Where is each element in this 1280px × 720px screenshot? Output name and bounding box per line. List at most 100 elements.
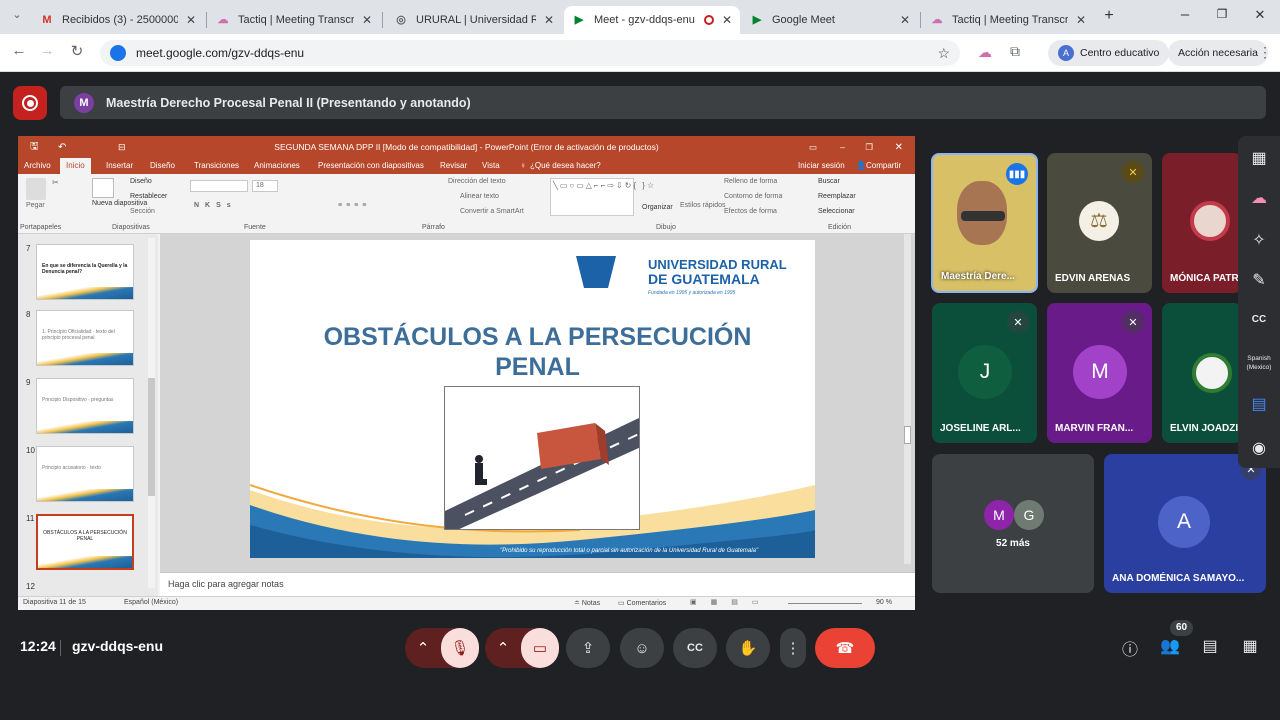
- participant-tile-ana[interactable]: A ✕ ANA DOMÉNICA SAMAYO...: [1104, 454, 1266, 593]
- zoom-level: 90 %: [876, 599, 892, 606]
- docs-icon[interactable]: ▤: [1238, 394, 1280, 414]
- meeting-info-icon[interactable]: ⓘ: [1118, 636, 1142, 660]
- video-options-chevron-icon[interactable]: ⌃: [485, 639, 521, 657]
- tell-me-field: ¿Qué desea hacer?: [530, 161, 601, 170]
- captions-button[interactable]: CC: [673, 628, 717, 668]
- emoji-reaction-button[interactable]: ☺: [620, 628, 664, 668]
- camera-control: ⌃ ▭: [485, 628, 559, 668]
- participant-tile-elvin[interactable]: ELVIN JOADZI...: [1162, 303, 1242, 443]
- people-count-badge: 60: [1170, 620, 1194, 636]
- audio-options-chevron-icon[interactable]: ⌃: [405, 639, 441, 657]
- leave-call-button[interactable]: ☎: [815, 628, 875, 668]
- ribbon-tab-home: Inicio: [60, 158, 91, 174]
- thumbnail-slide: Principio Dispositivo · preguntas: [36, 378, 134, 434]
- mic-off-button[interactable]: 🎙: [441, 628, 479, 668]
- close-tab-icon[interactable]: ✕: [362, 13, 372, 27]
- ppt-close-icon: ✕: [894, 141, 903, 153]
- tactiq-icon: ☁: [217, 14, 229, 26]
- others-tile[interactable]: M G 52 más: [932, 454, 1094, 593]
- participant-tile-edvin[interactable]: ⚖ ✕ EDVIN ARENAS: [1047, 153, 1152, 293]
- minimize-button[interactable]: –: [1174, 6, 1196, 23]
- people-icon[interactable]: 👥: [1158, 636, 1182, 656]
- shared-screen: 🖫 ↶ ⊟ SEGUNDA SEMANA DPP II [Modo de com…: [18, 136, 915, 610]
- participant-avatar: M: [1073, 345, 1127, 399]
- close-tab-icon[interactable]: ✕: [186, 13, 196, 27]
- maximize-button[interactable]: ❐: [1211, 7, 1233, 21]
- extensions-icon[interactable]: ⧉: [1010, 43, 1020, 60]
- hand-icon: ✋: [738, 640, 758, 657]
- text-direction-button: Dirección del texto: [448, 178, 506, 185]
- close-tab-icon[interactable]: ✕: [722, 13, 732, 27]
- captions-icon[interactable]: CC: [1238, 314, 1280, 325]
- quick-styles-button: Estilos rápidos: [680, 202, 726, 209]
- group-paragraph: Párrafo: [422, 224, 445, 231]
- caption-language[interactable]: Spanish (Mexico): [1238, 354, 1280, 372]
- tactiq-extension-icon[interactable]: ☁: [978, 44, 992, 61]
- profile-button[interactable]: A Centro educativo: [1048, 40, 1170, 66]
- tab-meet-active[interactable]: ▶ Meet - gzv-ddqs-enu ✕: [564, 6, 740, 34]
- url-field[interactable]: meet.google.com/gzv-ddqs-enu ☆: [100, 40, 960, 66]
- tab-search-icon[interactable]: ⌄: [6, 8, 28, 21]
- meet-icon: ▶: [574, 14, 584, 26]
- mic-off-icon: ✕: [1007, 311, 1029, 333]
- raise-hand-button[interactable]: ✋: [726, 628, 770, 668]
- forward-icon[interactable]: →: [36, 42, 58, 59]
- action-required-button[interactable]: Acción necesaria: [1168, 40, 1268, 66]
- activities-icon[interactable]: ▦: [1238, 636, 1262, 656]
- new-slide-label: Nueva diapositiva: [92, 200, 148, 207]
- meet-icon: ▶: [752, 14, 762, 26]
- reload-icon[interactable]: ↻: [66, 42, 88, 60]
- apps-grid-icon[interactable]: ▦: [1238, 148, 1280, 168]
- chat-icon[interactable]: ▤: [1198, 636, 1222, 656]
- notes-icon: ≐: [574, 600, 582, 607]
- close-tab-icon[interactable]: ✕: [1076, 13, 1086, 27]
- canvas-scrollbar: [904, 234, 911, 564]
- tab-gmail[interactable]: M Recibidos (3) - 2500000626✕: [32, 6, 204, 34]
- bookmark-star-icon[interactable]: ☆: [937, 45, 950, 62]
- microphone-control: ⌃ 🎙: [405, 628, 479, 668]
- close-window-button[interactable]: ✕: [1249, 7, 1271, 23]
- thumbnail-slide: En que se diferencia la Querella y la De…: [36, 244, 134, 300]
- emoji-icon: ☺: [634, 639, 650, 657]
- mic-permission-icon[interactable]: [110, 45, 126, 61]
- ribbon-tab-slideshow: Presentación con diapositivas: [318, 161, 424, 170]
- present-screen-button[interactable]: ⇪: [566, 628, 610, 668]
- mic-off-icon: ✕: [1122, 161, 1144, 183]
- extension-side-panel: ▦ ☁ ✧ ✎ CC Spanish (Mexico) ▤ ◉: [1238, 136, 1280, 468]
- browser-menu-icon[interactable]: ⋮: [1258, 44, 1272, 61]
- camera-off-button[interactable]: ▭: [521, 628, 559, 668]
- participant-tile-marvin[interactable]: M ✕ MARVIN FRAN...: [1047, 303, 1152, 443]
- thumbnail-slide-selected: OBSTÁCULOS A LA PERSECUCIÓN PENAL: [36, 514, 134, 570]
- tab-google-meet[interactable]: ▶ Google Meet ✕: [742, 6, 918, 34]
- reset-button: Restablecer: [130, 193, 168, 200]
- thumb-scrollbar: [148, 238, 155, 588]
- smartart-button: Convertir a SmartArt: [460, 208, 524, 215]
- new-tab-button[interactable]: +: [1098, 7, 1120, 25]
- others-count-label: 52 más: [996, 538, 1030, 549]
- ai-assist-icon[interactable]: ✧: [1238, 230, 1280, 250]
- participant-tile-presenter[interactable]: ▮▮▮ Maestría Dere...: [931, 153, 1038, 293]
- ribbon-options-icon: ▭: [808, 141, 817, 152]
- participant-tile-monica[interactable]: MÓNICA PATRI...: [1162, 153, 1242, 293]
- back-icon[interactable]: ←: [8, 42, 30, 59]
- ribbon-tab-insert: Insertar: [106, 161, 134, 170]
- participant-avatar: A: [1158, 496, 1210, 548]
- ribbon-tab-animations: Animaciones: [254, 161, 300, 170]
- shapes-gallery: ╲▭○▭△⌐⌐⇨⇩↻{ }☆: [550, 178, 654, 216]
- gmail-icon: M: [42, 14, 52, 26]
- pen-icon[interactable]: ✎: [1238, 270, 1280, 290]
- ribbon-tab-review: Revisar: [440, 161, 468, 170]
- paste-icon: [26, 178, 46, 200]
- recording-indicator-button[interactable]: [13, 86, 47, 120]
- tab-tactiq-2[interactable]: ☁ Tactiq | Meeting Transcript ✕: [922, 6, 1094, 34]
- more-options-button[interactable]: ⋮: [780, 628, 806, 668]
- close-tab-icon[interactable]: ✕: [900, 13, 910, 27]
- font-family-box: [190, 180, 248, 192]
- camera-icon[interactable]: ◉: [1238, 438, 1280, 458]
- tab-urural[interactable]: ◎ URURAL | Universidad Rural✕: [386, 6, 562, 34]
- ppt-window-title: SEGUNDA SEMANA DPP II [Modo de compatibi…: [274, 142, 659, 152]
- tactiq-cloud-icon[interactable]: ☁: [1238, 188, 1280, 208]
- tab-tactiq[interactable]: ☁ Tactiq | Meeting Transcript ✕: [208, 6, 380, 34]
- close-tab-icon[interactable]: ✕: [544, 13, 554, 27]
- participant-tile-joseline[interactable]: J ✕ JOSELINE ARL...: [932, 303, 1037, 443]
